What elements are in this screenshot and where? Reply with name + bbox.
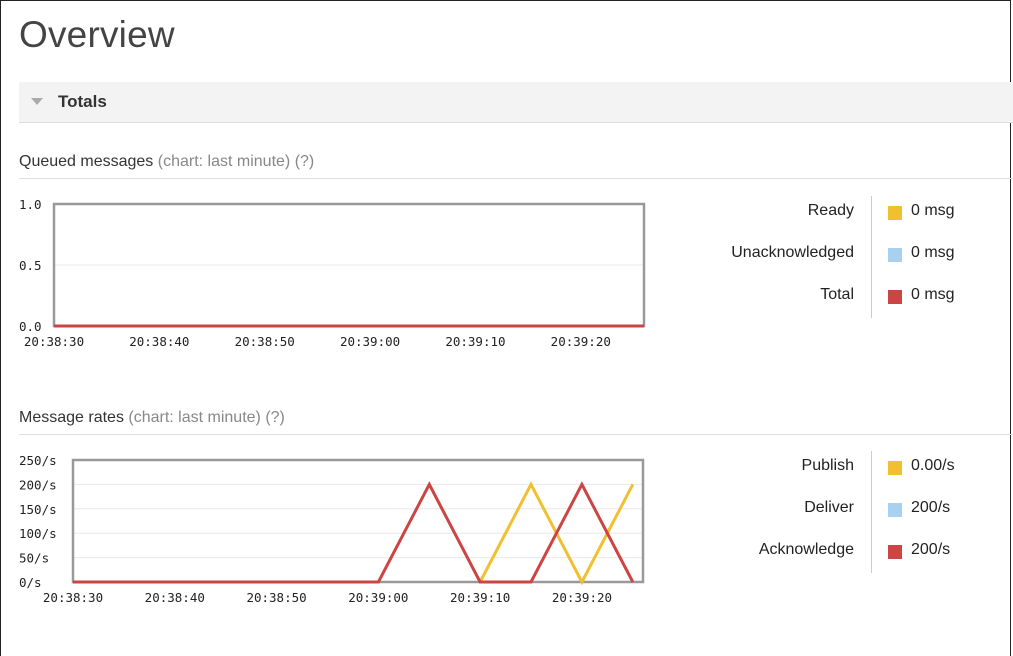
rates-x-tick-label: 20:39:20 [552, 590, 612, 605]
queued-y-tick-label: 0.0 [19, 319, 42, 334]
totals-section-label: Totals [58, 92, 107, 111]
rates-plot-frame [71, 458, 645, 584]
rates-divider [19, 434, 1013, 435]
rates-legend-value: 200/s [911, 541, 951, 558]
rates-x-tick-label: 20:39:00 [348, 590, 408, 605]
rates-legend-swatch [888, 545, 902, 559]
rates-legend-row: Acknowledge 200/s [600, 531, 1013, 573]
queued-messages-heading: Queued messages (chart: last minute) (?) [19, 153, 314, 171]
rates-legend-row: Publish 0.00/s [600, 447, 1013, 489]
queued-messages-title: Queued messages [19, 153, 154, 170]
rates-y-tick-label: 100/s [19, 526, 57, 541]
queued-legend-label: Unacknowledged [731, 244, 854, 261]
queued-x-tick-label: 20:39:20 [551, 334, 611, 349]
rates-y-tick-label: 150/s [19, 502, 57, 517]
rates-help-link[interactable]: (?) [265, 409, 285, 426]
rates-y-tick-label: 250/s [19, 453, 57, 468]
queued-legend-value: 0 msg [911, 202, 955, 219]
queued-y-tick-label: 1.0 [19, 197, 42, 212]
queued-legend-row: Total 0 msg [600, 276, 1013, 318]
queued-legend-value: 0 msg [911, 286, 955, 303]
message-rates-title: Message rates [19, 409, 124, 426]
queued-y-tick-label: 0.5 [19, 258, 42, 273]
queued-legend-value: 0 msg [911, 244, 955, 261]
rates-legend-swatch [888, 503, 902, 517]
totals-section-header[interactable]: Totals [19, 82, 1013, 123]
queued-x-tick-label: 20:38:40 [129, 334, 189, 349]
queued-help-link[interactable]: (?) [295, 153, 315, 170]
queued-x-tick-label: 20:38:50 [235, 334, 295, 349]
queued-legend-row: Unacknowledged 0 msg [600, 234, 1013, 276]
queued-legend-swatch [888, 290, 902, 304]
queued-legend-label: Total [820, 286, 854, 303]
queued-legend-divider [871, 196, 872, 318]
rates-legend-label: Acknowledge [758, 541, 854, 558]
queued-chart-range-link[interactable]: (chart: last minute) [158, 153, 290, 170]
rates-y-tick-label: 50/s [19, 551, 49, 566]
queued-legend-label: Ready [807, 202, 854, 219]
message-rates-chart: 250/s 200/s 150/s 100/s 50/s 0/s20:38:30 20:38… [19, 453, 645, 605]
queued-legend-swatch [888, 248, 902, 262]
rates-legend-divider [871, 451, 872, 573]
rates-x-tick-label: 20:38:30 [43, 590, 103, 605]
queued-legend-row: Ready 0 msg [600, 192, 1013, 234]
rates-x-tick-label: 20:39:10 [450, 590, 510, 605]
rates-legend-label: Publish [801, 457, 854, 474]
rates-legend-value: 0.00/s [911, 457, 955, 474]
collapse-arrow-icon[interactable] [31, 98, 43, 105]
rates-legend-swatch [888, 461, 902, 475]
rates-legend-label: Deliver [804, 499, 854, 516]
queued-legend-swatch [888, 206, 902, 220]
queued-divider [19, 178, 1013, 179]
rates-legend-row: Deliver 200/s [600, 489, 1013, 531]
queued-x-tick-label: 20:38:30 [24, 334, 84, 349]
rates-y-tick-label: 0/s [19, 575, 42, 590]
rates-x-tick-label: 20:38:40 [145, 590, 205, 605]
queued-legend: Ready 0 msg Unacknowledged 0 msg Total 0 msg [600, 192, 1013, 318]
queued-x-tick-label: 20:39:10 [445, 334, 505, 349]
rates-legend: Publish 0.00/s Deliver 200/s Acknowledge 200/… [600, 447, 1013, 573]
rates-legend-value: 200/s [911, 499, 951, 516]
rates-x-tick-label: 20:38:50 [246, 590, 306, 605]
queued-x-tick-label: 20:39:00 [340, 334, 400, 349]
page-title: Overview [19, 14, 175, 55]
rates-y-tick-label: 200/s [19, 477, 57, 492]
rates-chart-range-link[interactable]: (chart: last minute) [128, 409, 260, 426]
message-rates-heading: Message rates (chart: last minute) (?) [19, 409, 285, 427]
queued-messages-chart: 1.0 0.5 0.020:38:30 20:38:40 20:38:50 20:39:0… [19, 197, 646, 349]
